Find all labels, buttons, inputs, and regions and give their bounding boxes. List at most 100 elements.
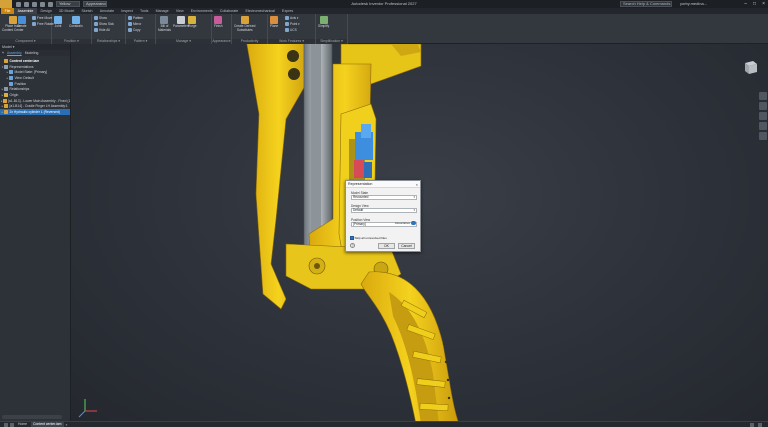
- help-search-input[interactable]: Search Help & Commands...: [620, 1, 672, 7]
- status-icons: [750, 422, 762, 427]
- settings-icon[interactable]: [758, 423, 762, 427]
- hydraulic-block-blue: [364, 162, 372, 178]
- joint-button[interactable]: Joint: [54, 16, 62, 29]
- look-at-icon[interactable]: [759, 132, 767, 140]
- ribbon-group: Pattern Mirror Copy Pattern ▾: [126, 14, 156, 44]
- create-derived-substitutes-icon: [240, 16, 249, 24]
- inventor-window: Yellow Appearance Autodesk Inventor Prof…: [0, 0, 768, 427]
- show-button[interactable]: Show: [94, 16, 107, 20]
- create-button[interactable]: Create: [17, 16, 27, 29]
- plane-button[interactable]: Plane: [270, 16, 278, 29]
- tool-icon: [285, 22, 289, 26]
- purge-button[interactable]: Purge: [188, 16, 197, 29]
- hide-all-button[interactable]: Hide All: [94, 28, 110, 32]
- component-icon: [9, 70, 13, 75]
- model-state-select[interactable]: Recounted ▾: [351, 195, 417, 200]
- associative-toggle[interactable]: Associative: [395, 221, 416, 225]
- ok-button[interactable]: OK: [378, 243, 395, 249]
- redo-icon[interactable]: [48, 1, 53, 7]
- pan-icon[interactable]: [759, 102, 767, 110]
- tree-node[interactable]: ▸ 2x Hydraulic cylinder 1 (Reversed): [0, 109, 70, 115]
- notification-icon[interactable]: [750, 423, 754, 427]
- constrain-icon: [71, 16, 80, 24]
- maximize-icon[interactable]: □: [753, 1, 756, 7]
- browser-scrollbar[interactable]: [2, 415, 62, 419]
- show-sick-button[interactable]: Show Sick: [94, 22, 114, 26]
- ribbon-group: Finish Appearance: [212, 14, 232, 44]
- joint-icon: [54, 16, 62, 24]
- appearance-select[interactable]: Appearance: [83, 1, 107, 7]
- dialog-close-icon[interactable]: ×: [416, 181, 418, 188]
- document-tab[interactable]: Home: [16, 422, 29, 427]
- create-derived-substitutes-button[interactable]: Create Derived Substitutes: [234, 16, 255, 32]
- minimize-icon[interactable]: –: [744, 1, 747, 7]
- tool-icon: [128, 22, 132, 26]
- status-left-buttons: [4, 422, 14, 427]
- full-navigation-wheel-icon[interactable]: [759, 92, 767, 100]
- open-icon[interactable]: [24, 1, 29, 7]
- chevron-down-icon: ▾: [413, 208, 415, 212]
- checkbox-checked-icon[interactable]: [350, 236, 354, 240]
- place-from-content-center-icon: [8, 16, 17, 24]
- inventor-logo-icon[interactable]: [0, 0, 12, 8]
- associative-switch[interactable]: [411, 221, 416, 225]
- status-bar: Home Content center.iam ×: [0, 421, 768, 427]
- tree-node[interactable]: ▸ [a1-B13] - Lower Main Assembly - Fixed …: [0, 98, 70, 104]
- axis--button[interactable]: Axis ▾: [285, 16, 299, 20]
- hydraulic-block-blue: [361, 124, 371, 138]
- parameters-button[interactable]: Parameters: [173, 16, 189, 29]
- viewcube-icon[interactable]: [741, 58, 759, 76]
- tool-icon: [285, 28, 289, 32]
- bill-of-materials-icon: [160, 16, 169, 24]
- document-tab[interactable]: Content center.iam: [31, 422, 64, 427]
- component-icon: [4, 92, 8, 97]
- add-tab-button[interactable]: +: [2, 51, 4, 55]
- material-select[interactable]: Yellow: [56, 1, 80, 7]
- skip-unresolved-checkbox[interactable]: Skip all unresolved files: [350, 236, 387, 240]
- copy-button[interactable]: Copy: [128, 28, 140, 32]
- simplify-button[interactable]: Simplify: [318, 16, 329, 29]
- tree-node[interactable]: ▸ [a1-B14] - Cradle Finger LH Assembly:1: [0, 104, 70, 110]
- new-icon[interactable]: [16, 1, 21, 7]
- finish-button[interactable]: Finish: [214, 16, 223, 29]
- ribbon-group: Show Show Sick Hide All Relationships ▾: [92, 14, 126, 44]
- mirror-button[interactable]: Mirror: [128, 22, 141, 26]
- tree-node-label: Position: [14, 81, 27, 86]
- free-rotate-button[interactable]: Free Rotate: [32, 22, 54, 26]
- user-account[interactable]: yorby.medina...: [680, 0, 707, 8]
- save-icon[interactable]: [32, 1, 37, 7]
- tab-modeling[interactable]: Modeling: [25, 51, 39, 55]
- orbit-icon[interactable]: [759, 122, 767, 130]
- tree-node-label: 2x Hydraulic cylinder 1 (Reversed): [9, 110, 60, 115]
- component-icon: [9, 81, 13, 86]
- arm-hole: [288, 68, 300, 80]
- tool-icon: [94, 16, 98, 20]
- tab-assembly[interactable]: Assembly: [7, 51, 22, 55]
- tree-node-label: View: Default: [14, 75, 34, 80]
- point--button[interactable]: Point ▾: [285, 22, 300, 26]
- browser-title[interactable]: Model ▾: [2, 45, 15, 49]
- bill-of-materials-button[interactable]: Bill of Materials: [158, 16, 171, 32]
- free-move-button[interactable]: Free Move: [32, 16, 52, 20]
- ribbon-group: Bill of Materials Parameters Purge Manage ▾: [156, 14, 212, 44]
- close-tab-icon[interactable]: ×: [66, 423, 68, 427]
- undo-icon[interactable]: [40, 1, 45, 7]
- close-icon[interactable]: ×: [762, 1, 765, 7]
- dialog-title-bar: Representation ×: [346, 181, 420, 188]
- tree-node-label: Relationships: [9, 87, 30, 92]
- menu-icon[interactable]: [4, 422, 8, 427]
- ribbon-group: Place from Content Center Create Free Move F…: [0, 14, 54, 44]
- zoom-icon[interactable]: [759, 112, 767, 120]
- cylinder-rod-inner: [311, 44, 321, 247]
- tool-icon: [128, 16, 132, 20]
- design-view-select[interactable]: Default ▾: [351, 208, 417, 213]
- purge-icon: [188, 16, 197, 24]
- help-icon[interactable]: ?: [350, 243, 355, 248]
- constrain-button[interactable]: Constrain: [69, 16, 83, 29]
- ucs-button[interactable]: UCS: [285, 28, 297, 32]
- cancel-button[interactable]: Cancel: [398, 243, 415, 249]
- ribbon-group: Plane Axis ▾ Point ▾ UCS Work Features ▾: [268, 14, 316, 44]
- ribbon-group: Create Derived Substitutes Productivity: [232, 14, 268, 44]
- component-icon: [4, 87, 8, 92]
- pattern-button[interactable]: Pattern: [128, 16, 143, 20]
